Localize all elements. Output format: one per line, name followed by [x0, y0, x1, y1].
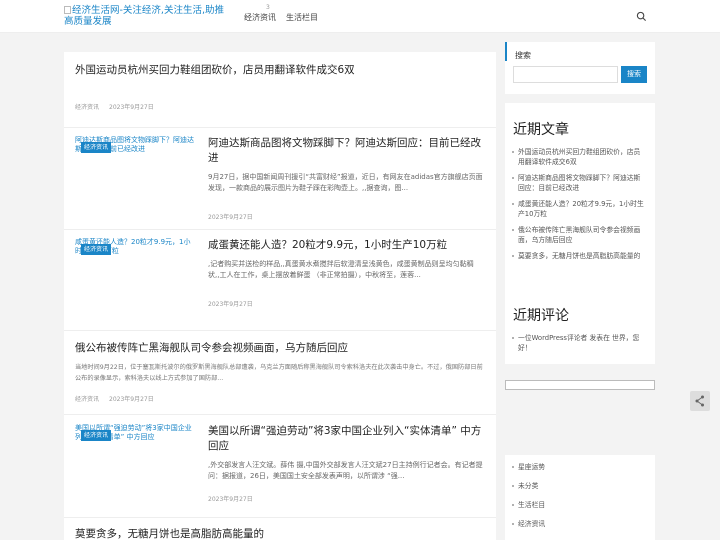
- post-thumbnail[interactable]: 阿迪达斯商品图将文物踩脚下？阿迪达斯回应：目前已经改进 经济资讯: [75, 136, 197, 196]
- post-divider: [64, 330, 496, 331]
- post-date: 2023年9月27日: [109, 396, 154, 403]
- post-item: 外国运动员杭州买回力鞋组团砍价，店员用翻译软件成交6双 经济资讯 2023年9月2…: [75, 63, 485, 111]
- site-logo-alt-text: 经济生活网-关注经济,关注生活,助推高质量发展: [64, 5, 224, 27]
- recent-comments-widget: 近期评论 一位WordPress评论者 发表在 世界，您好！: [505, 289, 655, 364]
- thumbnail-category-tag[interactable]: 经济资讯: [81, 244, 112, 255]
- search-widget: 搜索 搜索: [505, 42, 655, 94]
- recent-post-link[interactable]: 俄公布被传阵亡黑海舰队司令参会视频画面，乌方随后回应: [512, 225, 647, 245]
- categories-widget: 星座运势 未分类 生活栏目 经济资讯: [505, 455, 655, 540]
- post-divider: [64, 414, 496, 415]
- post-meta: 经济资讯 2023年9月27日: [75, 102, 485, 111]
- share-button[interactable]: [690, 391, 710, 411]
- nav-item-economy[interactable]: 经济资讯: [244, 12, 276, 23]
- post-date: 2023年9月27日: [208, 496, 253, 503]
- post-excerpt: ,外交部发言人汪文斌。薛伟 摄,中国外交部发言人汪文斌27日主持例行记者会。有记…: [208, 461, 483, 480]
- post-item: 俄公布被传阵亡黑海舰队司令参会视频画面，乌方随后回应 当地时间9月22日，位于塞…: [75, 341, 485, 403]
- broken-image-icon: [64, 6, 71, 14]
- category-link[interactable]: 经济资讯: [512, 519, 647, 529]
- post-title[interactable]: 咸蛋黄还能人造？20粒才9.9元，1小时生产10万粒: [208, 238, 485, 253]
- post-date: 2023年9月27日: [208, 301, 253, 308]
- recent-posts-widget: 近期文章 外国运动员杭州买回力鞋组团砍价，店员用翻译软件成交6双 阿迪达斯商品图…: [505, 103, 655, 290]
- post-meta: 经济资讯 2023年9月27日: [75, 394, 485, 403]
- post-title[interactable]: 外国运动员杭州买回力鞋组团砍价，店员用翻译软件成交6双: [75, 63, 485, 78]
- recent-post-link[interactable]: 莫要贪多，无糖月饼也是高脂肪高能量的: [512, 251, 647, 261]
- post-item: 莫要贪多，无糖月饼也是高脂肪高能量的: [75, 527, 485, 540]
- post-divider: [64, 127, 496, 128]
- post-list: 外国运动员杭州买回力鞋组团砍价，店员用翻译软件成交6双 经济资讯 2023年9月2…: [64, 52, 496, 540]
- recent-posts-title: 近期文章: [513, 122, 569, 138]
- thumbnail-category-tag[interactable]: 经济资讯: [81, 142, 112, 153]
- post-divider: [64, 517, 496, 518]
- post-title[interactable]: 阿迪达斯商品图将文物踩脚下？阿迪达斯回应：目前已经改进: [208, 136, 485, 166]
- search-button[interactable]: 搜索: [621, 66, 647, 83]
- recent-comments-list: 一位WordPress评论者 发表在 世界，您好！: [505, 325, 655, 353]
- category-link[interactable]: 生活栏目: [512, 500, 647, 510]
- recent-comments-title: 近期评论: [513, 308, 569, 324]
- post-divider: [64, 229, 496, 230]
- category-link[interactable]: 星座运势: [512, 462, 647, 472]
- post-title[interactable]: 莫要贪多，无糖月饼也是高脂肪高能量的: [75, 527, 485, 540]
- sidebar-image: [505, 380, 655, 390]
- recent-posts-list: 外国运动员杭州买回力鞋组团砍价，店员用翻译软件成交6双 阿迪达斯商品图将文物踩脚…: [505, 139, 655, 261]
- thumbnail-category-tag[interactable]: 经济资讯: [81, 430, 112, 441]
- search-input[interactable]: [513, 66, 618, 83]
- share-icon: [695, 395, 704, 407]
- search-widget-title: 搜索: [505, 42, 655, 61]
- post-excerpt: ,记者购买并送检的样品,,真蛋黄水煮搅拌后软澄清呈浅黄色，咸蛋黄制品则呈均匀黏稠…: [208, 260, 474, 279]
- nav-badge: 3: [266, 4, 270, 11]
- post-title[interactable]: 美国以所谓“强迫劳动”将3家中国企业列入“实体清单” 中方回应: [208, 424, 485, 454]
- recent-comment-link[interactable]: 一位WordPress评论者 发表在 世界，您好！: [512, 333, 647, 353]
- recent-post-link[interactable]: 外国运动员杭州买回力鞋组团砍价，店员用翻译软件成交6双: [512, 147, 647, 167]
- site-header: 经济生活网-关注经济,关注生活,助推高质量发展 3 经济资讯 生活栏目: [0, 0, 720, 33]
- post-thumbnail[interactable]: 美国以所谓“强迫劳动”将3家中国企业列入“实体清单” 中方回应 经济资讯: [75, 424, 197, 484]
- recent-post-link[interactable]: 阿迪达斯商品图将文物踩脚下？阿迪达斯回应：目前已经改进: [512, 173, 647, 193]
- post-category[interactable]: 经济资讯: [75, 104, 99, 111]
- site-logo[interactable]: 经济生活网-关注经济,关注生活,助推高质量发展: [64, 5, 224, 27]
- categories-list: 星座运势 未分类 生活栏目 经济资讯: [505, 455, 655, 529]
- post-date: 2023年9月27日: [109, 104, 154, 111]
- category-link[interactable]: 未分类: [512, 481, 647, 491]
- post-date: 2023年9月27日: [208, 214, 253, 221]
- nav-item-life[interactable]: 生活栏目: [286, 12, 318, 23]
- post-excerpt: 9月27日，据中国新闻周刊援引“共富财经”报道，近日，有网友在adidas官方旗…: [208, 173, 483, 192]
- recent-post-link[interactable]: 咸蛋黄还能人造？20粒才9.9元，1小时生产10万粒: [512, 199, 647, 219]
- post-title[interactable]: 俄公布被传阵亡黑海舰队司令参会视频画面，乌方随后回应: [75, 341, 485, 356]
- post-category[interactable]: 经济资讯: [75, 396, 99, 403]
- post-excerpt: 当地时间9月22日，位于塞瓦斯托波尔的俄罗斯黑海舰队总部遭袭，乌克兰方面随后称黑…: [75, 364, 483, 382]
- post-thumbnail[interactable]: 咸蛋黄还能人造？20粒才9.9元，1小时生产10万粒 经济资讯: [75, 238, 197, 298]
- search-icon[interactable]: [636, 11, 647, 22]
